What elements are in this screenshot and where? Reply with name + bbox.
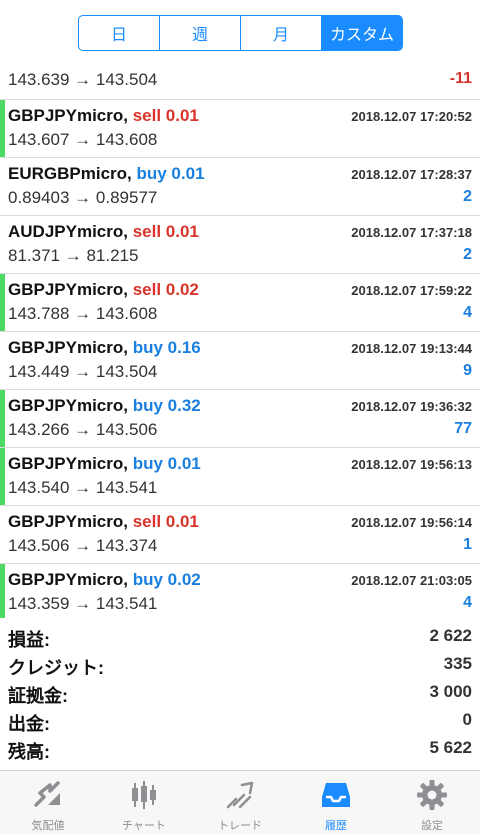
summary-label: クレジット:: [8, 658, 104, 678]
deal-time: 2018.12.07 17:28:37: [351, 167, 472, 182]
deal-side: sell 0.01: [132, 512, 199, 531]
deal-symbol: GBPJPYmicro: [8, 512, 124, 531]
deal-profit: 1: [463, 536, 472, 553]
segment-custom[interactable]: カスタム: [322, 16, 402, 50]
chart-icon: [132, 781, 156, 809]
deal-prices: 81.371 → 81.215: [8, 246, 139, 265]
summary-value: 5 622: [429, 738, 472, 757]
deal-row[interactable]: GBPJPYmicro, sell 0.01 2018.12.07 19:56:1…: [0, 506, 480, 564]
deal-marker: [0, 448, 5, 505]
deal-time: 2018.12.07 19:56:14: [351, 515, 472, 530]
deal-prices: 143.607 → 143.608: [8, 130, 158, 149]
deal-prices: 143.506 → 143.374: [8, 536, 158, 555]
deal-row[interactable]: GBPJPYmicro, buy 0.02 2018.12.07 21:03:05…: [0, 564, 480, 618]
deal-side: buy 0.32: [132, 396, 201, 415]
quotes-icon: [34, 781, 60, 807]
tab-label: トレード: [218, 820, 262, 832]
deal-row[interactable]: GBPJPYmicro, buy 0.32 2018.12.07 19:36:32…: [0, 390, 480, 448]
summary-label: 残高:: [8, 742, 50, 762]
deal-profit: 2: [463, 188, 472, 205]
summary-value: 2 622: [429, 626, 472, 645]
summary-row-credit: クレジット: 335: [0, 650, 480, 678]
summary-row-withdrawal: 出金: 0: [0, 706, 480, 734]
deal-profit: 4: [463, 304, 472, 321]
tab-quotes[interactable]: 気配値: [0, 771, 96, 834]
deal-marker: [0, 274, 5, 331]
deal-side: sell 0.01: [132, 106, 199, 125]
deal-symbol: GBPJPYmicro: [8, 570, 124, 589]
deal-profit: 9: [463, 362, 472, 379]
deal-row[interactable]: GBPJPYmicro, sell 0.01 2018.12.07 17:20:5…: [0, 100, 480, 158]
segment-day[interactable]: 日: [79, 16, 160, 50]
segment-week[interactable]: 週: [160, 16, 241, 50]
deal-profit: -11: [449, 70, 472, 87]
deal-symbol: GBPJPYmicro: [8, 280, 124, 299]
summary-value: 335: [443, 654, 472, 673]
deal-side: sell 0.02: [132, 280, 199, 299]
deal-side: buy 0.01: [136, 164, 205, 183]
deal-marker: [0, 564, 5, 618]
deal-symbol: GBPJPYmicro: [8, 396, 124, 415]
summary-row-deposit: 証拠金: 3 000: [0, 678, 480, 706]
deal-prices: 143.639 → 143.504: [8, 70, 158, 89]
tab-label: チャート: [122, 820, 166, 832]
deal-profit: 77: [454, 420, 472, 437]
deal-row[interactable]: GBPJPYmicro, buy 0.01 2018.12.07 19:56:13…: [0, 448, 480, 506]
settings-icon: [417, 780, 447, 810]
deal-side: buy 0.02: [132, 570, 201, 589]
deal-marker: [0, 390, 5, 447]
bottom-tab-bar: 気配値 チャート トレード 履歴 設定: [0, 770, 480, 834]
summary-label: 出金:: [8, 714, 50, 734]
deal-symbol: GBPJPYmicro: [8, 338, 124, 357]
summary-row-profit: 損益: 2 622: [0, 622, 480, 650]
deal-time: 2018.12.07 17:59:22: [351, 283, 472, 298]
deal-time: 2018.12.07 17:20:52: [351, 109, 472, 124]
period-segmented-control: 日 週 月 カスタム: [78, 15, 403, 51]
tab-history[interactable]: 履歴: [288, 771, 384, 834]
deal-prices: 143.266 → 143.506: [8, 420, 158, 439]
summary-row-balance: 残高: 5 622: [0, 734, 480, 762]
tab-label: 設定: [421, 820, 443, 832]
deal-row[interactable]: GBPJPYmicro, sell 0.02 2018.12.07 17:59:2…: [0, 274, 480, 332]
summary-value: 3 000: [429, 682, 472, 701]
period-selector-bar: 日 週 月 カスタム: [0, 0, 480, 62]
deal-row[interactable]: AUDJPYmicro, sell 0.01 2018.12.07 17:37:1…: [0, 216, 480, 274]
deal-row-partial[interactable]: 143.639 → 143.504 -11: [0, 62, 480, 100]
deal-prices: 143.540 → 143.541: [8, 478, 158, 497]
tab-label: 気配値: [31, 820, 65, 832]
summary-value: 0: [462, 710, 472, 729]
deal-symbol: GBPJPYmicro: [8, 106, 124, 125]
deal-side: sell 0.01: [132, 222, 199, 241]
deal-side: buy 0.01: [132, 454, 201, 473]
trade-icon: [226, 781, 254, 809]
deal-prices: 143.449 → 143.504: [8, 362, 158, 381]
segment-month[interactable]: 月: [241, 16, 322, 50]
deal-row[interactable]: GBPJPYmicro, buy 0.16 2018.12.07 19:13:44…: [0, 332, 480, 390]
deal-history-list[interactable]: 143.639 → 143.504 -11 GBPJPYmicro, sell …: [0, 62, 480, 618]
deal-time: 2018.12.07 21:03:05: [351, 573, 472, 588]
deal-time: 2018.12.07 19:56:13: [351, 457, 472, 472]
tab-trade[interactable]: トレード: [192, 771, 288, 834]
deal-time: 2018.12.07 17:37:18: [351, 225, 472, 240]
account-summary: 損益: 2 622 クレジット: 335 証拠金: 3 000 出金: 0 残高…: [0, 622, 480, 764]
tab-label: 履歴: [325, 820, 347, 832]
deal-prices: 143.788 → 143.608: [8, 304, 158, 323]
tab-chart[interactable]: チャート: [96, 771, 192, 834]
deal-row[interactable]: EURGBPmicro, buy 0.01 2018.12.07 17:28:37…: [0, 158, 480, 216]
deal-symbol: GBPJPYmicro: [8, 454, 124, 473]
deal-time: 2018.12.07 19:36:32: [351, 399, 472, 414]
summary-label: 証拠金:: [8, 686, 68, 706]
history-icon: [322, 783, 350, 807]
deal-time: 2018.12.07 19:13:44: [351, 341, 472, 356]
summary-label: 損益:: [8, 630, 50, 650]
deal-profit: 4: [463, 594, 472, 611]
deal-prices: 0.89403 → 0.89577: [8, 188, 158, 207]
deal-marker: [0, 100, 5, 157]
deal-prices: 143.359 → 143.541: [8, 594, 158, 613]
deal-symbol: EURGBPmicro: [8, 164, 128, 183]
deal-profit: 2: [463, 246, 472, 263]
deal-side: buy 0.16: [132, 338, 201, 357]
tab-settings[interactable]: 設定: [384, 771, 480, 834]
deal-symbol: AUDJPYmicro: [8, 222, 124, 241]
